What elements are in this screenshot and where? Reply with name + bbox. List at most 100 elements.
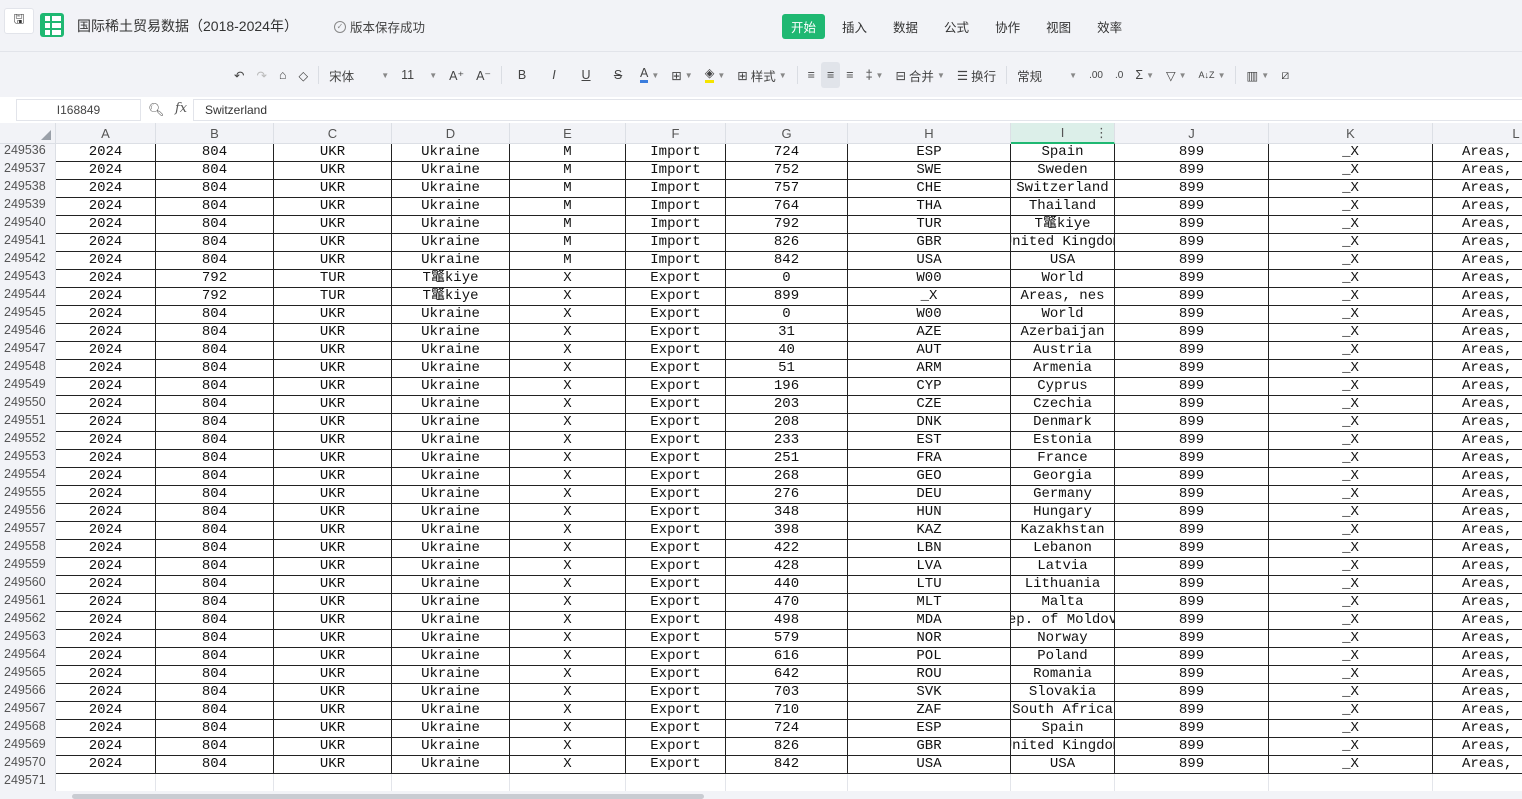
cell-H[interactable] xyxy=(848,774,1011,791)
cell-I[interactable]: Slovakia xyxy=(1011,684,1115,702)
cell-D[interactable]: T鼈kiye xyxy=(392,288,510,306)
cell-J[interactable]: 899 xyxy=(1115,576,1269,594)
column-header-B[interactable]: B xyxy=(156,123,274,144)
cell-H[interactable]: ESP xyxy=(848,144,1011,162)
cell-G[interactable]: 724 xyxy=(726,720,848,738)
cell-E[interactable]: X xyxy=(510,468,626,486)
cell-A[interactable]: 2024 xyxy=(56,432,156,450)
cell-G[interactable]: 398 xyxy=(726,522,848,540)
cell-L[interactable]: Areas, nes xyxy=(1433,450,1522,468)
cell-E[interactable]: X xyxy=(510,612,626,630)
cell-E[interactable]: X xyxy=(510,324,626,342)
cell-J[interactable]: 899 xyxy=(1115,648,1269,666)
cell-B[interactable]: 804 xyxy=(156,450,274,468)
cell-B[interactable]: 804 xyxy=(156,234,274,252)
cell-I[interactable]: Cyprus xyxy=(1011,378,1115,396)
cell-G[interactable]: 203 xyxy=(726,396,848,414)
cell-A[interactable]: 2024 xyxy=(56,504,156,522)
cell-C[interactable]: TUR xyxy=(274,288,392,306)
cell-H[interactable]: CHE xyxy=(848,180,1011,198)
cell-J[interactable]: 899 xyxy=(1115,468,1269,486)
cell-I[interactable]: Kazakhstan xyxy=(1011,522,1115,540)
cell-H[interactable]: ARM xyxy=(848,360,1011,378)
cell-I[interactable]: Thailand xyxy=(1011,198,1115,216)
row-number[interactable]: 249540 xyxy=(0,216,56,234)
cell-C[interactable]: UKR xyxy=(274,720,392,738)
cell-I[interactable]: World xyxy=(1011,270,1115,288)
cell-A[interactable] xyxy=(56,774,156,791)
number-format-select[interactable]: 常规 ▼ xyxy=(1011,62,1083,88)
cell-L[interactable]: Areas, nes xyxy=(1433,342,1522,360)
cell-D[interactable]: Ukraine xyxy=(392,144,510,162)
cell-H[interactable]: AUT xyxy=(848,342,1011,360)
cell-E[interactable]: X xyxy=(510,396,626,414)
cell-J[interactable]: 899 xyxy=(1115,144,1269,162)
cell-I[interactable]: Romania xyxy=(1011,666,1115,684)
cell-B[interactable]: 804 xyxy=(156,432,274,450)
cell-J[interactable]: 899 xyxy=(1115,450,1269,468)
cell-I[interactable]: Denmark xyxy=(1011,414,1115,432)
cell-K[interactable]: _X xyxy=(1269,702,1433,720)
cell-L[interactable]: Areas, nes xyxy=(1433,180,1522,198)
cell-H[interactable]: AZE xyxy=(848,324,1011,342)
row-number[interactable]: 249570 xyxy=(0,756,56,774)
cell-L[interactable]: Areas, nes xyxy=(1433,306,1522,324)
row-number[interactable]: 249553 xyxy=(0,450,56,468)
cell-H[interactable]: LTU xyxy=(848,576,1011,594)
cell-E[interactable]: X xyxy=(510,306,626,324)
cell-C[interactable]: UKR xyxy=(274,324,392,342)
cell-K[interactable]: _X xyxy=(1269,198,1433,216)
cell-C[interactable]: UKR xyxy=(274,216,392,234)
cell-D[interactable]: Ukraine xyxy=(392,558,510,576)
chart-button[interactable]: ▥ ▼ xyxy=(1240,62,1275,88)
cell-G[interactable]: 470 xyxy=(726,594,848,612)
row-number[interactable]: 249542 xyxy=(0,252,56,270)
column-header-G[interactable]: G xyxy=(726,123,848,144)
cell-I[interactable]: Poland xyxy=(1011,648,1115,666)
cell-J[interactable]: 899 xyxy=(1115,342,1269,360)
cell-E[interactable]: X xyxy=(510,756,626,774)
cell-H[interactable]: USA xyxy=(848,756,1011,774)
cell-B[interactable]: 804 xyxy=(156,702,274,720)
cell-J[interactable]: 899 xyxy=(1115,612,1269,630)
cell-D[interactable]: Ukraine xyxy=(392,522,510,540)
cell-E[interactable]: X xyxy=(510,360,626,378)
merge-button[interactable]: ⊟ 合并 ▼ xyxy=(889,62,950,88)
cell-G[interactable]: 724 xyxy=(726,144,848,162)
fx-icon[interactable]: fx xyxy=(175,101,187,116)
cell-A[interactable]: 2024 xyxy=(56,738,156,756)
cell-L[interactable]: Areas, nes xyxy=(1433,360,1522,378)
cell-G[interactable]: 642 xyxy=(726,666,848,684)
cell-G[interactable] xyxy=(726,774,848,791)
cell-A[interactable]: 2024 xyxy=(56,450,156,468)
cell-I[interactable] xyxy=(1011,774,1115,791)
cell-G[interactable]: 348 xyxy=(726,504,848,522)
cell-B[interactable]: 804 xyxy=(156,216,274,234)
tab-home[interactable]: 开始 xyxy=(782,14,826,39)
row-number[interactable]: 249549 xyxy=(0,378,56,396)
cell-H[interactable]: GBR xyxy=(848,234,1011,252)
cell-A[interactable]: 2024 xyxy=(56,648,156,666)
cell-K[interactable]: _X xyxy=(1269,306,1433,324)
cell-D[interactable]: Ukraine xyxy=(392,468,510,486)
cell-B[interactable]: 792 xyxy=(156,270,274,288)
cell-C[interactable]: UKR xyxy=(274,486,392,504)
cell-B[interactable]: 804 xyxy=(156,666,274,684)
cell-D[interactable]: Ukraine xyxy=(392,504,510,522)
cell-K[interactable]: _X xyxy=(1269,558,1433,576)
cell-J[interactable]: 899 xyxy=(1115,360,1269,378)
cell-B[interactable]: 804 xyxy=(156,306,274,324)
cell-B[interactable]: 804 xyxy=(156,738,274,756)
cell-G[interactable]: 826 xyxy=(726,738,848,756)
row-number[interactable]: 249538 xyxy=(0,180,56,198)
cell-I[interactable]: Georgia xyxy=(1011,468,1115,486)
strikethrough-button[interactable]: S xyxy=(602,62,634,88)
cell-E[interactable]: X xyxy=(510,486,626,504)
cell-L[interactable]: Areas, nes xyxy=(1433,234,1522,252)
cell-B[interactable]: 804 xyxy=(156,180,274,198)
cell-J[interactable]: 899 xyxy=(1115,666,1269,684)
cell-L[interactable]: Areas, nes xyxy=(1433,522,1522,540)
cell-K[interactable]: _X xyxy=(1269,270,1433,288)
cell-C[interactable]: TUR xyxy=(274,270,392,288)
wrap-text-button[interactable]: ☰ 换行 xyxy=(951,62,1002,88)
